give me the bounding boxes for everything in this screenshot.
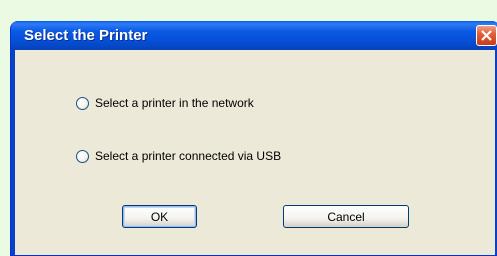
dialog-title: Select the Printer <box>24 27 148 44</box>
close-icon <box>481 30 492 41</box>
radio-button-usb[interactable] <box>76 149 89 163</box>
dialog-body: Select a printer in the network Select a… <box>15 50 495 255</box>
select-printer-dialog: Select the Printer Select a printer in t… <box>10 21 497 256</box>
close-button[interactable] <box>476 25 497 46</box>
title-bar[interactable]: Select the Printer <box>11 21 497 50</box>
radio-label-network[interactable]: Select a printer in the network <box>95 96 254 110</box>
radio-label-usb[interactable]: Select a printer connected via USB <box>95 149 281 163</box>
radio-option-usb[interactable]: Select a printer connected via USB <box>76 148 281 164</box>
radio-button-network[interactable] <box>76 96 89 110</box>
ok-button[interactable]: OK <box>122 205 197 228</box>
radio-option-network[interactable]: Select a printer in the network <box>76 95 254 111</box>
cancel-button[interactable]: Cancel <box>283 205 409 228</box>
